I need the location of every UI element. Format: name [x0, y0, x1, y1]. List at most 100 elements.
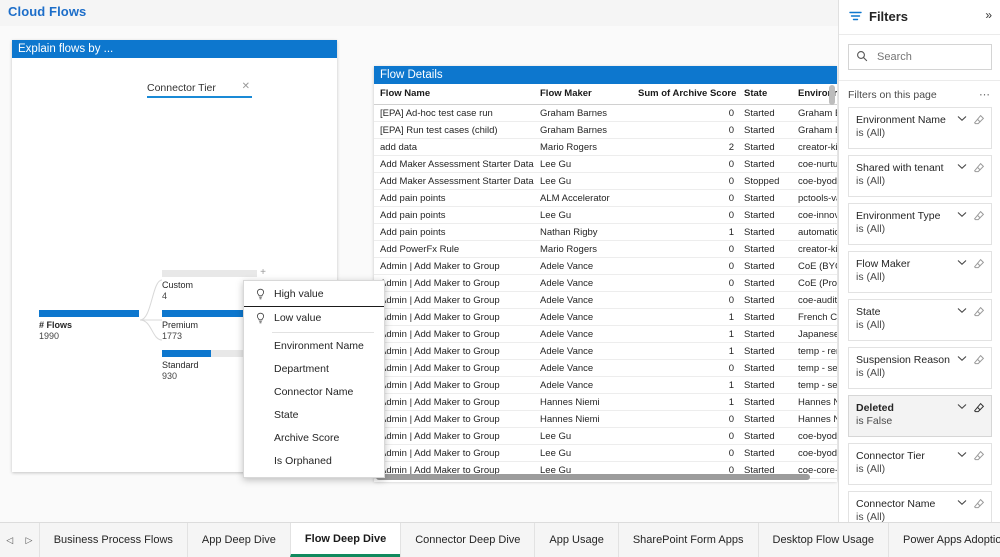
chevron-down-icon[interactable] — [957, 115, 967, 122]
eraser-icon[interactable] — [973, 210, 985, 222]
filter-card-environment-type[interactable]: Environment Typeis (All) — [848, 203, 992, 245]
cell-flow-name: Add pain points — [374, 224, 534, 241]
table-row[interactable]: Admin | Add Maker to GroupAdele Vance0St… — [374, 292, 837, 309]
eraser-icon[interactable] — [973, 354, 985, 366]
tab-app-usage[interactable]: App Usage — [534, 523, 617, 557]
table-row[interactable]: Admin | Add Maker to GroupAdele Vance1St… — [374, 377, 837, 394]
filter-card-value: is (All) — [856, 319, 963, 332]
chevron-down-icon[interactable] — [957, 403, 967, 410]
cell-state: Started — [738, 122, 792, 139]
filter-card-shared-with-tenant[interactable]: Shared with tenantis (All) — [848, 155, 992, 197]
chevron-right-icon[interactable]: ▷ — [26, 535, 33, 546]
table-row[interactable]: Admin | Add Maker to GroupAdele Vance1St… — [374, 326, 837, 343]
table-row[interactable]: Add pain pointsALM Accelerator0Startedpc… — [374, 190, 837, 207]
eraser-icon[interactable] — [973, 450, 985, 462]
cell-archive-score: 0 — [632, 360, 738, 377]
tab-desktop-flow-usage[interactable]: Desktop Flow Usage — [758, 523, 889, 557]
chevron-down-icon[interactable] — [957, 307, 967, 314]
cell-state: Started — [738, 411, 792, 428]
table-row[interactable]: Admin | Add Maker to GroupLee Gu0Started… — [374, 428, 837, 445]
filters-search-box[interactable] — [848, 44, 992, 70]
context-menu-item-label: Low value — [274, 312, 321, 324]
cell-state: Started — [738, 292, 792, 309]
chevron-down-icon[interactable] — [957, 211, 967, 218]
context-menu-item-archive-score[interactable]: Archive Score — [244, 427, 384, 450]
cell-state: Started — [738, 241, 792, 258]
filter-card-deleted[interactable]: Deletedis False — [848, 395, 992, 437]
cell-environment-name: Graham Barnes's Environment — [792, 122, 837, 139]
table-row[interactable]: Admin | Add Maker to GroupAdele Vance0St… — [374, 275, 837, 292]
table-row[interactable]: Add pain pointsNathan Rigby1Startedautom… — [374, 224, 837, 241]
tab-business-process-flows[interactable]: Business Process Flows — [39, 523, 187, 557]
decomposition-level-chip-connector-tier[interactable]: Connector Tier ✕ — [147, 82, 252, 98]
table-row[interactable]: Add Maker Assessment Starter DataLee Gu0… — [374, 156, 837, 173]
context-menu-item-state[interactable]: State — [244, 404, 384, 427]
eraser-icon[interactable] — [973, 498, 985, 510]
cell-environment-name: CoE (Prod Install) — [792, 275, 837, 292]
context-menu-item-environment-name[interactable]: Environment Name — [244, 335, 384, 358]
filter-card-environment-name[interactable]: Environment Nameis (All) — [848, 107, 992, 149]
table-row[interactable]: Admin | Add Maker to GroupAdele Vance0St… — [374, 360, 837, 377]
cell-archive-score: 0 — [632, 411, 738, 428]
report-page: Cloud Flows Explain flows by ... Connect… — [0, 0, 1000, 557]
column-header-flow-maker[interactable]: Flow Maker — [534, 84, 632, 105]
table-horizontal-scrollbar[interactable] — [376, 474, 810, 480]
filter-card-connector-tier[interactable]: Connector Tieris (All) — [848, 443, 992, 485]
filter-card-state[interactable]: Stateis (All) — [848, 299, 992, 341]
node-bar-track — [39, 310, 139, 317]
context-menu-item-department[interactable]: Department — [244, 358, 384, 381]
table-row[interactable]: Admin | Add Maker to GroupAdele Vance1St… — [374, 343, 837, 360]
expand-right-icon[interactable]: » — [985, 8, 992, 22]
context-menu-item-connector-name[interactable]: Connector Name — [244, 381, 384, 404]
filter-card-name: Suspension Reason — [856, 354, 963, 367]
report-canvas: Explain flows by ... Connector Tier ✕ — [0, 26, 838, 523]
tab-flow-deep-dive[interactable]: Flow Deep Dive — [290, 523, 400, 557]
tree-node-label: # Flows — [39, 320, 139, 331]
cell-archive-score: 0 — [632, 156, 738, 173]
chevron-down-icon[interactable] — [957, 499, 967, 506]
chevron-down-icon[interactable] — [957, 163, 967, 170]
chevron-left-icon[interactable]: ◁ — [6, 535, 13, 546]
eraser-icon[interactable] — [973, 162, 985, 174]
column-header-archive-score[interactable]: Sum of Archive Score — [632, 84, 738, 105]
context-menu-item-high-value[interactable]: High value — [244, 283, 384, 306]
table-row[interactable]: Admin | Add Maker to GroupHannes Niemi0S… — [374, 411, 837, 428]
tab-sharepoint-form-apps[interactable]: SharePoint Form Apps — [618, 523, 758, 557]
table-row[interactable]: Add pain pointsLee Gu0Startedcoe-innovat… — [374, 207, 837, 224]
context-menu-item-label: High value — [274, 288, 324, 300]
eraser-icon[interactable] — [973, 306, 985, 318]
table-row[interactable]: Admin | Add Maker to GroupAdele Vance1St… — [374, 309, 837, 326]
filters-search-input[interactable] — [875, 45, 989, 69]
tab-power-apps-adoption[interactable]: Power Apps Adoption — [888, 523, 1000, 557]
context-menu-item-low-value[interactable]: Low value — [244, 307, 384, 330]
close-icon[interactable]: ✕ — [242, 81, 250, 92]
table-row[interactable]: [EPA] Run test cases (child)Graham Barne… — [374, 122, 837, 139]
eraser-icon[interactable] — [973, 402, 985, 414]
chevron-down-icon[interactable] — [957, 451, 967, 458]
filter-card-flow-maker[interactable]: Flow Makeris (All) — [848, 251, 992, 293]
tab-connector-deep-dive[interactable]: Connector Deep Dive — [400, 523, 534, 557]
table-vertical-scrollbar[interactable] — [829, 85, 835, 105]
column-header-flow-name[interactable]: Flow Name — [374, 84, 534, 105]
column-header-state[interactable]: State — [738, 84, 792, 105]
cell-archive-score: 0 — [632, 292, 738, 309]
table-row[interactable]: add dataMario Rogers2Startedcreator-kit-… — [374, 139, 837, 156]
eraser-icon[interactable] — [973, 258, 985, 270]
cell-flow-name: Admin | Add Maker to Group — [374, 275, 534, 292]
filter-card-suspension-reason[interactable]: Suspension Reasonis (All) — [848, 347, 992, 389]
eraser-icon[interactable] — [973, 114, 985, 126]
table-row[interactable]: Add Maker Assessment Starter DataLee Gu0… — [374, 173, 837, 190]
tab-app-deep-dive[interactable]: App Deep Dive — [187, 523, 290, 557]
expand-node-icon[interactable]: + — [260, 268, 266, 278]
filters-pane-header: Filters » — [839, 0, 1000, 35]
context-menu-item-is-orphaned[interactable]: Is Orphaned — [244, 450, 384, 473]
chevron-down-icon[interactable] — [957, 355, 967, 362]
table-row[interactable]: Admin | Add Maker to GroupHannes Niemi1S… — [374, 394, 837, 411]
table-row[interactable]: Admin | Add Maker to GroupAdele Vance0St… — [374, 258, 837, 275]
table-row[interactable]: [EPA] Ad-hoc test case runGraham Barnes0… — [374, 105, 837, 122]
tree-node-root[interactable]: # Flows 1990 — [39, 310, 139, 342]
table-row[interactable]: Add PowerFx RuleMario Rogers0Startedcrea… — [374, 241, 837, 258]
table-row[interactable]: Admin | Add Maker to GroupLee Gu0Started… — [374, 445, 837, 462]
chevron-down-icon[interactable] — [957, 259, 967, 266]
ellipsis-icon[interactable]: ⋯ — [979, 88, 991, 101]
